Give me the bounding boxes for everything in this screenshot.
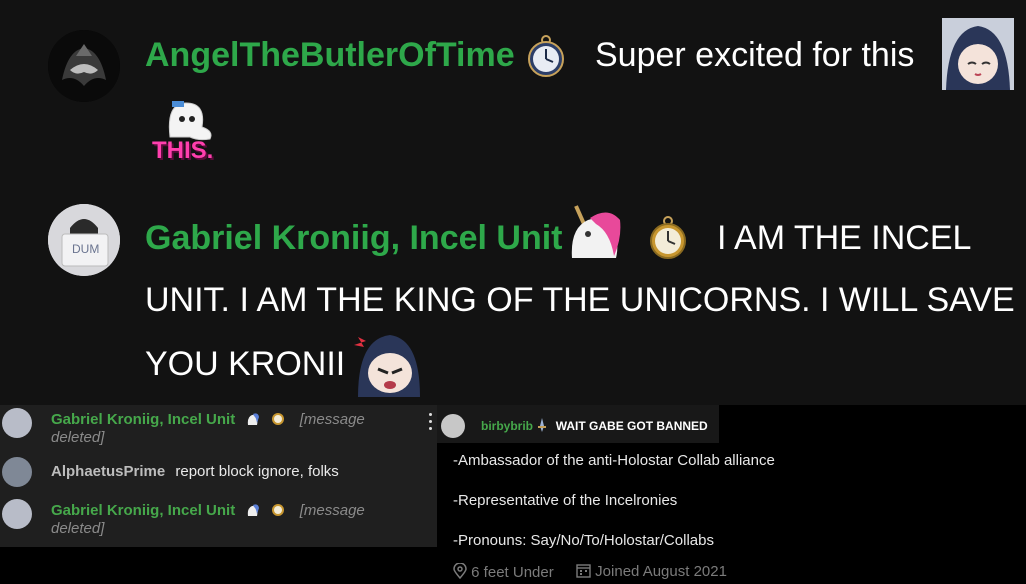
- chat-username[interactable]: Gabriel Kroniig, Incel Unit: [145, 219, 563, 258]
- user-avatar[interactable]: [2, 408, 32, 438]
- chat-row: AlphaetusPrime report block ignore, folk…: [0, 455, 437, 491]
- chat-message-text: Super excited for this: [595, 36, 915, 74]
- user-avatar[interactable]: [2, 457, 32, 487]
- chat-line: Gabriel Kroniig, Incel Unit [message: [51, 410, 365, 428]
- profile-joined: Joined August 2021: [576, 563, 727, 580]
- chat-message-text: WAIT GABE GOT BANNED: [555, 419, 708, 433]
- deleted-message: [message: [299, 502, 365, 519]
- pocketwatch-badge-icon: [524, 34, 568, 83]
- chat-username[interactable]: Gabriel Kroniig, Incel Unit: [51, 411, 235, 428]
- chat-panel: Gabriel Kroniig, Incel Unit [message del…: [0, 405, 437, 547]
- location-pin-icon: [453, 562, 467, 580]
- chat-message-text: I AM THE INCEL: [717, 219, 972, 257]
- user-avatar[interactable]: [48, 30, 120, 102]
- chat-row: Gabriel Kroniig, Incel Unit [message del…: [0, 405, 437, 453]
- more-options-icon[interactable]: [429, 411, 433, 435]
- chat-line: birbybrib WAIT GABE GOT BANNED: [481, 418, 708, 433]
- unicorn-badge-icon: [562, 198, 628, 269]
- pocketwatch-badge-icon: [270, 410, 286, 426]
- user-avatar[interactable]: [2, 499, 32, 529]
- deleted-message: [message: [299, 411, 365, 428]
- joined-text: Joined August 2021: [595, 563, 727, 580]
- user-avatar[interactable]: [441, 414, 465, 438]
- pocketwatch-badge-icon: [646, 215, 690, 266]
- chat-username[interactable]: AngelTheButlerOfTime: [145, 36, 515, 75]
- emote-label: THIS.: [152, 137, 214, 164]
- calendar-icon: [576, 563, 591, 578]
- top-chat-zoom: AngelTheButlerOfTime Super excited for t…: [0, 0, 1026, 405]
- deleted-message: deleted]: [51, 429, 105, 446]
- profile-panel: birbybrib WAIT GABE GOT BANNED -Ambassad…: [429, 405, 1026, 584]
- chat-message-text: YOU KRONII: [145, 345, 346, 383]
- chat-line: AlphaetusPrime report block ignore, folk…: [51, 463, 339, 480]
- profile-location: 6 feet Under: [453, 562, 554, 581]
- pocketwatch-badge-icon: [270, 501, 286, 517]
- bio-line: -Ambassador of the anti-Holostar Collab …: [453, 452, 775, 469]
- background-strip: [0, 547, 437, 584]
- unicorn-badge-icon: [245, 410, 261, 426]
- chat-message-text: report block ignore, folks: [175, 463, 339, 480]
- unicorn-badge-icon: [245, 501, 261, 517]
- bio-line: -Pronouns: Say/No/To/Holostar/Collabs: [453, 532, 714, 549]
- bio-line: -Representative of the Incelronies: [453, 492, 678, 509]
- sword-badge-icon: [536, 418, 548, 432]
- chat-username[interactable]: birbybrib: [481, 419, 533, 433]
- avatar-text: DUM: [72, 242, 100, 256]
- chat-username[interactable]: Gabriel Kroniig, Incel Unit: [51, 502, 235, 519]
- chat-message-text: UNIT. I AM THE KING OF THE UNICORNS. I W…: [145, 281, 1015, 319]
- chat-username[interactable]: AlphaetusPrime: [51, 463, 165, 480]
- chat-line: Gabriel Kroniig, Incel Unit [message: [51, 501, 365, 519]
- chat-row: birbybrib WAIT GABE GOT BANNED: [429, 405, 719, 443]
- deleted-message: deleted]: [51, 520, 105, 537]
- kronii-sleepy-emote-icon: [942, 18, 1014, 95]
- user-avatar[interactable]: DUM: [48, 204, 120, 276]
- chat-row: Gabriel Kroniig, Incel Unit [message del…: [0, 496, 437, 544]
- this-ghost-emote-icon: THIS.: [148, 97, 220, 167]
- location-text: 6 feet Under: [471, 564, 554, 581]
- kronii-angry-emote-icon: [352, 325, 426, 402]
